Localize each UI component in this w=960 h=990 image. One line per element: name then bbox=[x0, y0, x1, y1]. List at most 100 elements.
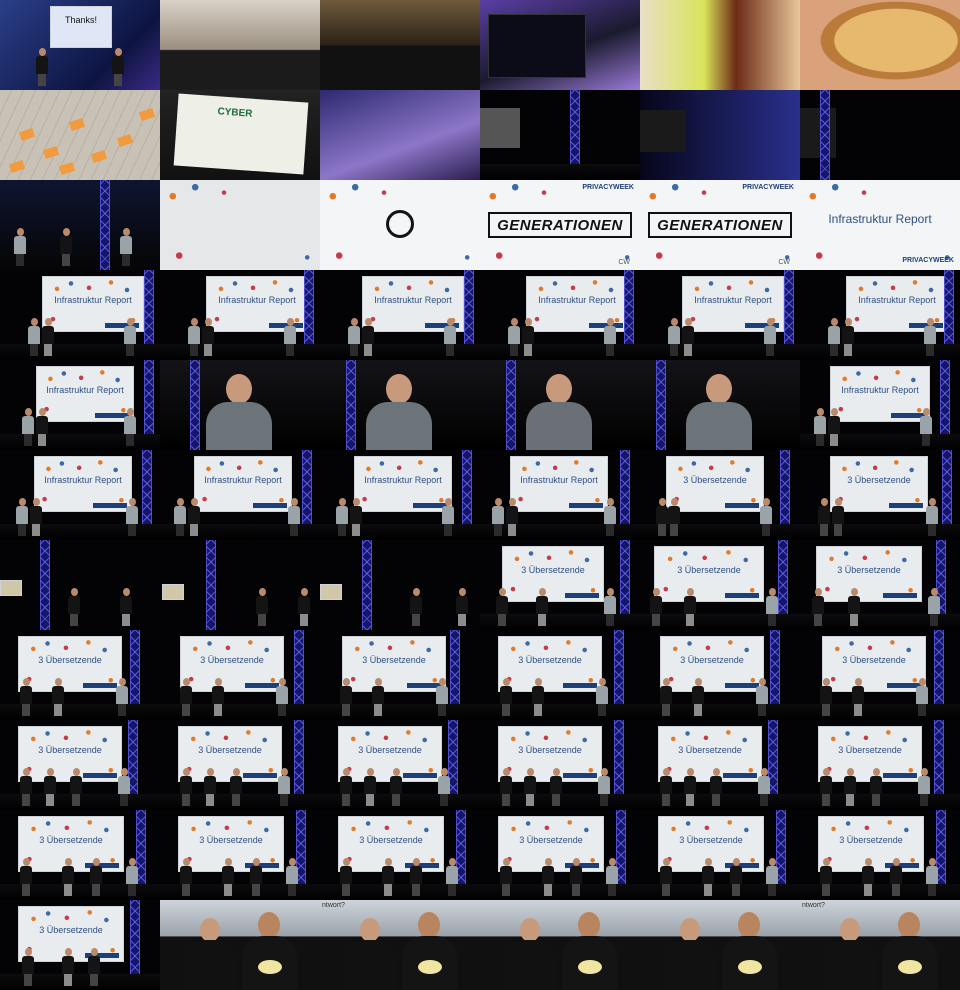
person-body bbox=[286, 866, 298, 884]
person-legs bbox=[768, 884, 776, 896]
person-head bbox=[447, 318, 454, 326]
person-body bbox=[350, 506, 362, 524]
person-legs bbox=[190, 344, 198, 356]
person-legs bbox=[844, 344, 852, 356]
performer-head bbox=[680, 918, 700, 942]
person-head bbox=[291, 498, 298, 506]
person-legs bbox=[534, 704, 542, 716]
person-legs bbox=[190, 524, 198, 536]
person-figure bbox=[350, 498, 362, 536]
person-legs bbox=[892, 884, 900, 896]
person-body bbox=[390, 776, 402, 794]
stage-thumbnail: 3 Übersetzende bbox=[480, 720, 640, 810]
person-figure bbox=[812, 588, 824, 626]
person-head bbox=[659, 498, 666, 506]
presentation-screen: 3 Übersetzende bbox=[180, 636, 284, 692]
person-head bbox=[47, 768, 54, 776]
person-legs bbox=[62, 254, 70, 266]
sticky-note bbox=[68, 118, 86, 131]
person-figure bbox=[60, 228, 72, 266]
person-head bbox=[921, 768, 928, 776]
person-head bbox=[121, 768, 128, 776]
stage-floor bbox=[0, 344, 160, 360]
person-head bbox=[663, 768, 670, 776]
person-head bbox=[287, 318, 294, 326]
person-figure bbox=[382, 858, 394, 896]
person-body bbox=[598, 776, 610, 794]
screen-title: 3 Übersetzende bbox=[839, 835, 903, 846]
stage-truss bbox=[190, 360, 200, 450]
person-legs bbox=[732, 884, 740, 896]
person-body bbox=[890, 866, 902, 884]
person-legs bbox=[38, 74, 46, 86]
person-legs bbox=[114, 74, 122, 86]
person-head bbox=[191, 498, 198, 506]
person-head bbox=[671, 318, 678, 326]
person-body bbox=[496, 596, 508, 614]
person-head bbox=[509, 498, 516, 506]
person-body bbox=[118, 776, 130, 794]
person-legs bbox=[538, 614, 546, 626]
person-figure bbox=[500, 678, 512, 716]
person-legs bbox=[384, 884, 392, 896]
person-body bbox=[542, 866, 554, 884]
person-head bbox=[653, 588, 660, 596]
person-legs bbox=[816, 434, 824, 446]
privacyweek-logo bbox=[723, 773, 757, 778]
slide-fragment: ntwort? bbox=[322, 902, 345, 909]
speaker-head bbox=[480, 90, 496, 108]
person-head bbox=[663, 678, 670, 686]
person-figure bbox=[522, 318, 534, 356]
headphones-photo bbox=[320, 0, 480, 90]
person-head bbox=[339, 498, 346, 506]
person-head bbox=[183, 768, 190, 776]
person-figure bbox=[818, 498, 830, 536]
person-figure bbox=[650, 588, 662, 626]
laptop bbox=[0, 580, 22, 596]
person-head bbox=[865, 858, 872, 866]
person-legs bbox=[850, 614, 858, 626]
shirt-print bbox=[738, 960, 762, 974]
title-slide bbox=[160, 180, 320, 270]
person-figure bbox=[212, 678, 224, 716]
person-body bbox=[36, 416, 48, 434]
screen-title: Thanks! bbox=[64, 15, 97, 25]
person-head bbox=[761, 768, 768, 776]
person-legs bbox=[64, 884, 72, 896]
waffle-photo bbox=[800, 0, 960, 90]
privacyweek-logo: PRIVACYWEEK bbox=[582, 184, 634, 191]
person-legs bbox=[126, 344, 134, 356]
stage-thumbnail: 3 Übersetzende bbox=[320, 630, 480, 720]
person-body bbox=[222, 866, 234, 884]
screen-title: Infrastruktur Report bbox=[54, 295, 132, 306]
person-head bbox=[281, 768, 288, 776]
person-body bbox=[20, 686, 32, 704]
person-figure bbox=[28, 318, 40, 356]
person-body bbox=[410, 596, 422, 614]
person-legs bbox=[600, 794, 608, 806]
person-legs bbox=[526, 794, 534, 806]
speaker-closeup bbox=[640, 360, 800, 450]
person-body bbox=[112, 56, 124, 74]
person-head bbox=[115, 48, 122, 56]
person-figure bbox=[656, 498, 668, 536]
stage-floor bbox=[480, 524, 640, 540]
person-legs bbox=[686, 794, 694, 806]
privacyweek-logo: PRIVACYWEEK bbox=[742, 184, 794, 191]
screen-title: 3 Übersetzende bbox=[683, 475, 747, 486]
person-figure bbox=[202, 318, 214, 356]
stage-thumbnail: Infrastruktur Report bbox=[160, 450, 320, 540]
person-head bbox=[767, 318, 774, 326]
person-legs bbox=[342, 794, 350, 806]
person-figure bbox=[68, 588, 80, 626]
person-legs bbox=[662, 884, 670, 896]
person-legs bbox=[342, 704, 350, 716]
person-body bbox=[766, 596, 778, 614]
audience-photo bbox=[160, 0, 320, 90]
stage-thumbnail: 3 Übersetzende bbox=[320, 720, 480, 810]
person-body bbox=[42, 326, 54, 344]
person-head bbox=[449, 858, 456, 866]
person-figure bbox=[500, 858, 512, 896]
person-legs bbox=[760, 794, 768, 806]
person-head bbox=[609, 858, 616, 866]
